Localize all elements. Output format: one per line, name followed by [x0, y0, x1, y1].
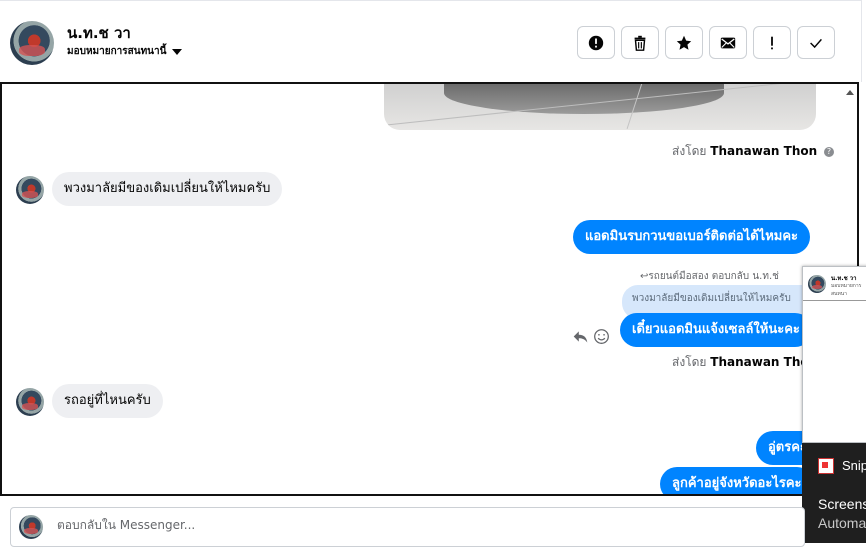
- snipping-tool-icon: [818, 458, 834, 474]
- sent-by-prefix: ส่งโดย: [672, 355, 707, 369]
- caret-down-icon: [172, 48, 183, 55]
- incoming-message[interactable]: รถอยู่ที่ไหนครับ: [52, 384, 163, 418]
- outgoing-message[interactable]: แอดมินรบกวนขอเบอร์ติดต่อได้ไหมคะ: [573, 220, 811, 254]
- message-thread[interactable]: ส่งโดย Thanawan Thon ? พวงมาลัยมีของเดิม…: [0, 82, 859, 496]
- snip-notification[interactable]: Snip Screens Automa: [802, 443, 866, 543]
- assign-label: มอบหมายการสนทนานี้: [67, 46, 167, 57]
- reply-input[interactable]: [55, 517, 759, 533]
- alert-circle-icon: [588, 35, 604, 50]
- conversation-header: น.ท.ช วา มอบหมายการสนทนานี้: [0, 0, 862, 82]
- reply-meta-text: รถยนต์มือสอง ตอบกลับ น.ท.ช่: [648, 271, 779, 282]
- sender-avatar[interactable]: [16, 388, 44, 416]
- spam-button[interactable]: [577, 26, 615, 59]
- emoji-icon[interactable]: [593, 328, 610, 345]
- attached-photo[interactable]: [384, 84, 816, 130]
- conversation-toolbar: [577, 26, 835, 59]
- outgoing-message[interactable]: ลูกค้าอยู่จังหวัดอะไรคะ: [660, 467, 814, 494]
- mark-unread-button[interactable]: [709, 26, 747, 59]
- page-avatar: [19, 515, 43, 539]
- notification-title: Screens: [818, 496, 866, 512]
- exclamation-icon: [771, 36, 773, 49]
- follow-up-button[interactable]: [753, 26, 791, 59]
- outgoing-message[interactable]: เดี๋ยวแอดมินแจ้งเซลล์ให้นะคะ: [620, 313, 812, 347]
- info-icon[interactable]: ?: [824, 146, 834, 157]
- reply-composer: [10, 507, 805, 547]
- incoming-message[interactable]: พวงมาลัยมีของเดิมเปลี่ยนให้ไหมครับ: [52, 172, 283, 206]
- sender-avatar[interactable]: [16, 176, 44, 204]
- reply-meta: ↩รถยนต์มือสอง ตอบกลับ น.ท.ช่: [640, 269, 779, 284]
- notification-subtitle: Automa: [818, 515, 866, 531]
- check-icon: [810, 38, 822, 48]
- reply-icon[interactable]: [572, 328, 589, 345]
- sent-by-name: Thanawan Thon: [710, 144, 818, 158]
- overlay-window-header: น.ท.ช วา มอบหมายการสนทนา: [803, 267, 866, 301]
- sent-by-label: ส่งโดย Thanawan Thon ?: [672, 142, 834, 161]
- envelope-icon: [720, 37, 736, 48]
- trash-icon: [634, 35, 646, 51]
- scroll-up-arrow-icon[interactable]: [846, 90, 854, 95]
- contact-avatar[interactable]: [10, 21, 54, 65]
- overlay-avatar: [808, 275, 826, 293]
- message-actions: [572, 328, 610, 345]
- assign-conversation-dropdown[interactable]: มอบหมายการสนทนานี้: [67, 44, 183, 59]
- contact-name[interactable]: น.ท.ช วา: [67, 21, 131, 45]
- sent-by-label: ส่งโดย Thanawan Thon: [672, 353, 817, 372]
- notification-app-name: Snip: [842, 458, 866, 473]
- overlay-window[interactable]: น.ท.ช วา มอบหมายการสนทนา: [802, 266, 866, 443]
- photo-object: [444, 84, 724, 114]
- star-button[interactable]: [665, 26, 703, 59]
- overlay-subtitle: มอบหมายการสนทนา: [831, 283, 862, 297]
- star-icon: [676, 35, 692, 50]
- mark-done-button[interactable]: [797, 26, 835, 59]
- delete-button[interactable]: [621, 26, 659, 59]
- sent-by-prefix: ส่งโดย: [672, 144, 707, 158]
